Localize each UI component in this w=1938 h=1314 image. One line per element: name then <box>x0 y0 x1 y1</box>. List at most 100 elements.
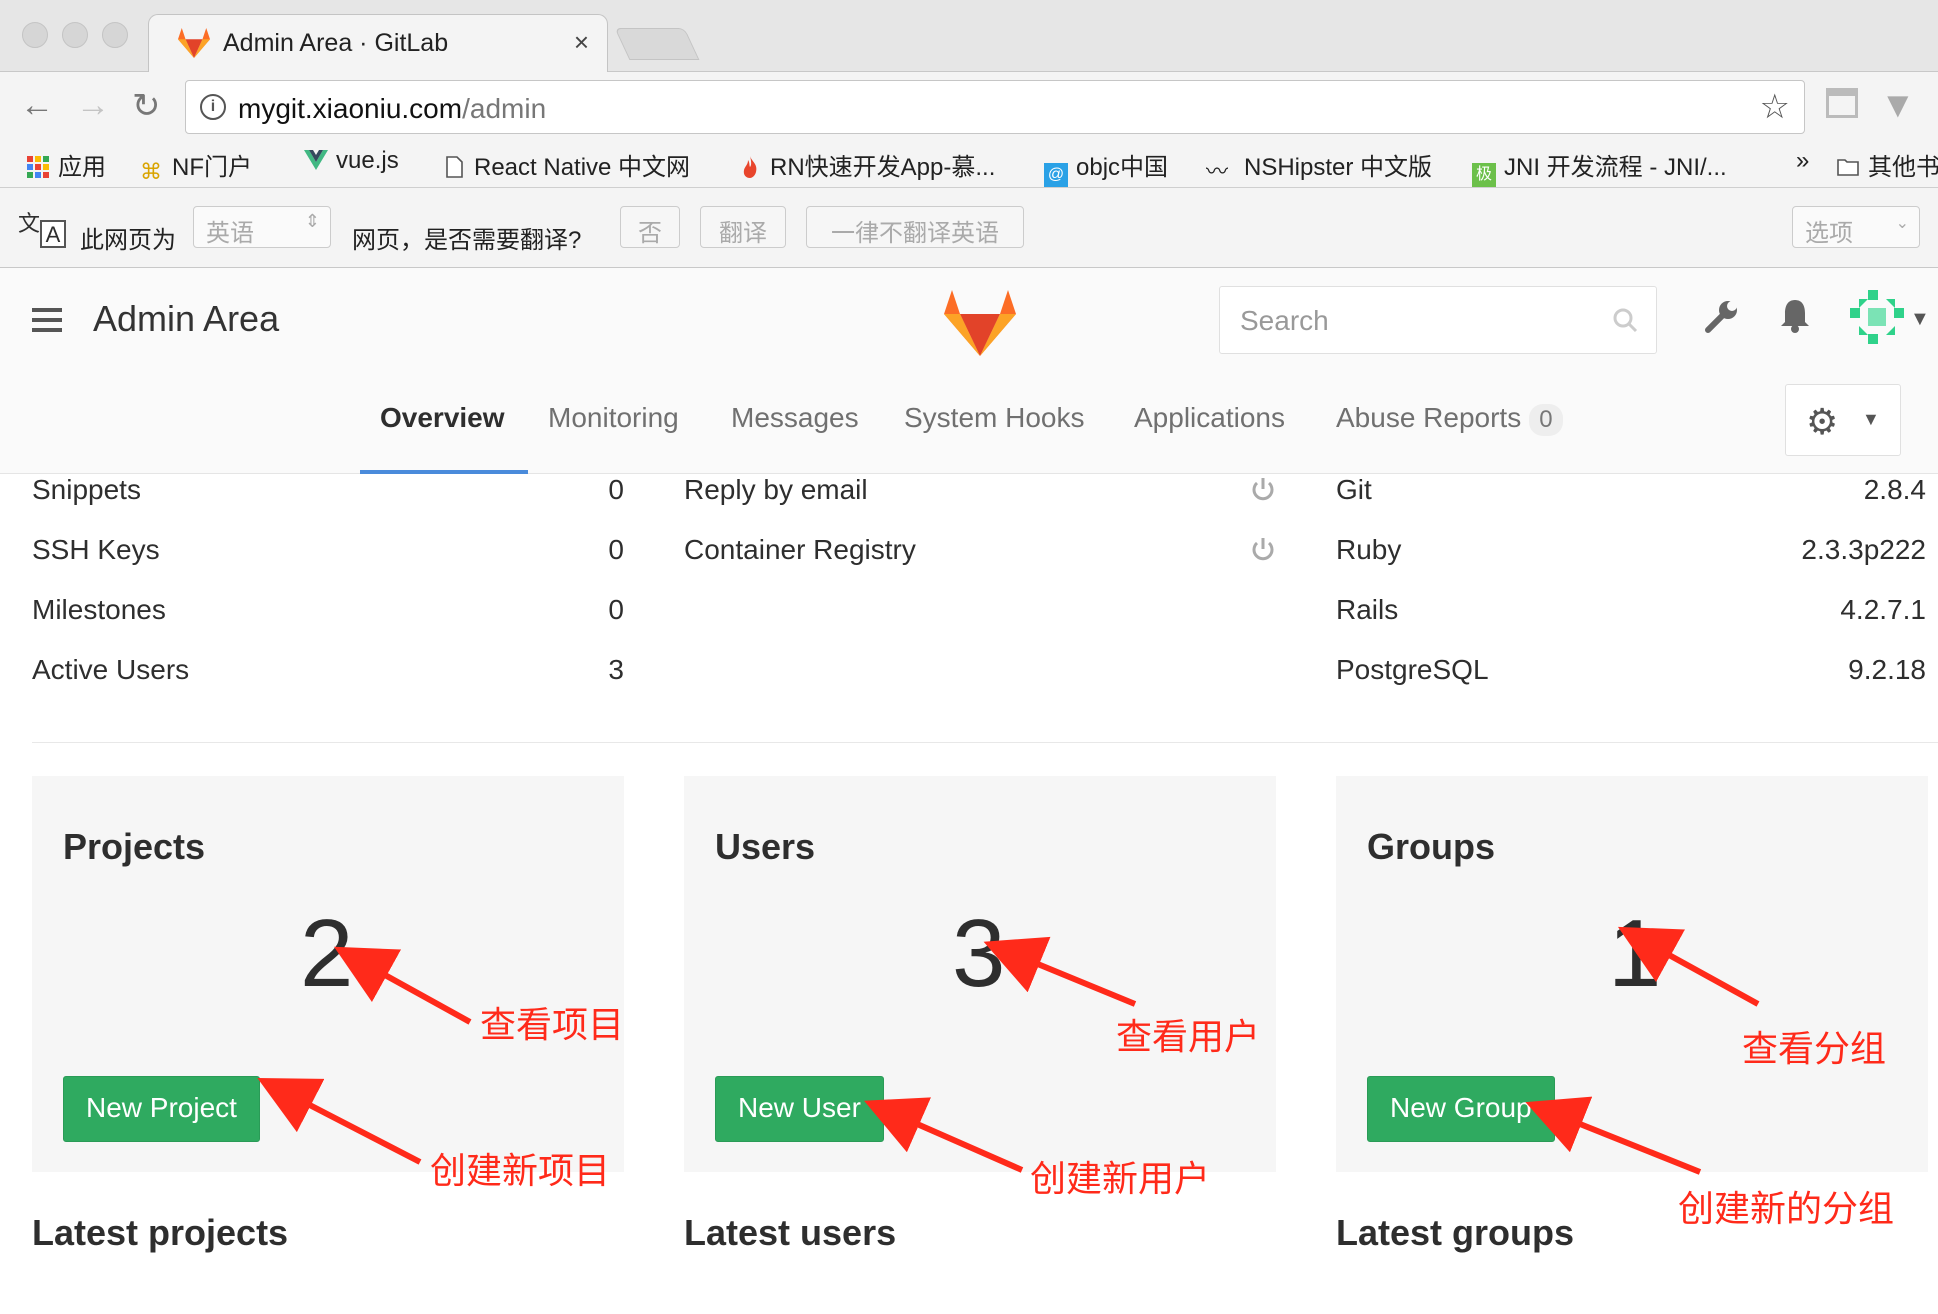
bell-icon[interactable] <box>1776 296 1814 334</box>
gitlab-header: Admin Area Search ▼ <box>0 268 1938 374</box>
bookmark-folder-other[interactable]: 其他书 <box>1836 147 1938 182</box>
window-close-control[interactable] <box>22 22 48 48</box>
groups-card: Groups 1 New Group <box>1336 776 1928 1172</box>
bookmark-objc[interactable]: @ objc中国 <box>1044 147 1168 187</box>
address-bar[interactable]: i mygit.xiaoniu.com/admin ☆ <box>185 80 1805 134</box>
component-row-postgresql: PostgreSQL 9.2.18 <box>1336 654 1926 714</box>
translate-button[interactable]: 翻译 <box>700 206 786 248</box>
tab-monitoring[interactable]: Monitoring <box>548 402 679 434</box>
stat-value: 0 <box>608 474 624 505</box>
window-zoom-control[interactable] <box>102 22 128 48</box>
hamburger-menu-icon[interactable] <box>32 308 62 332</box>
extension-icon[interactable] <box>1826 88 1858 118</box>
feature-row-container-registry: Container Registry <box>684 534 1276 594</box>
vue-icon <box>304 150 328 170</box>
power-icon <box>1252 538 1274 561</box>
stat-label: Snippets <box>32 474 141 505</box>
chevron-down-icon: ▼ <box>1862 409 1880 429</box>
translate-options-select[interactable]: 选项 ⌄ <box>1792 206 1920 248</box>
power-icon <box>1252 478 1274 501</box>
annotation-view-projects: 查看项目 <box>480 1005 625 1046</box>
bookmark-apps[interactable]: 应用 <box>26 147 106 182</box>
bookmark-site-icon: ⌘ <box>140 159 162 184</box>
latest-groups-heading: Latest groups <box>1336 1212 1575 1253</box>
groups-count[interactable]: 1 <box>1608 906 1661 1002</box>
tab-close-icon[interactable]: × <box>574 27 589 58</box>
tab-messages[interactable]: Messages <box>731 402 859 434</box>
forward-icon[interactable]: → <box>76 86 110 125</box>
admin-nav: Overview Monitoring Messages System Hook… <box>0 374 1938 474</box>
bookmarks-overflow[interactable]: » <box>1796 147 1809 175</box>
projects-card: Projects 2 New Project <box>32 776 624 1172</box>
card-title: Users <box>715 826 816 867</box>
stat-value: 0 <box>608 534 624 565</box>
wrench-icon[interactable] <box>1704 298 1740 334</box>
gear-icon: ⚙ <box>1806 401 1839 442</box>
page-title: Admin Area <box>93 298 280 339</box>
gitlab-logo-icon[interactable] <box>942 288 1018 358</box>
folder-icon <box>1837 159 1859 176</box>
back-icon[interactable]: ← <box>20 86 54 125</box>
source-language-select[interactable]: 英语 ⇕ <box>193 206 331 248</box>
mustache-icon: 〰 <box>1206 159 1229 184</box>
bookmark-rn-app[interactable]: RN快速开发App-慕... <box>738 147 995 182</box>
apps-grid-icon <box>27 156 49 178</box>
latest-projects-heading: Latest projects <box>32 1212 289 1253</box>
site-info-icon[interactable]: i <box>200 94 226 120</box>
projects-count[interactable]: 2 <box>300 906 353 1002</box>
settings-dropdown-button[interactable]: ⚙ ▼ <box>1785 384 1901 456</box>
component-version: 4.2.7.1 <box>1840 594 1926 625</box>
search-icon <box>1613 308 1638 333</box>
annotation-new-group: 创建新的分组 <box>1678 1189 1895 1230</box>
feature-label: Container Registry <box>684 534 916 565</box>
new-tab-button[interactable] <box>614 28 700 60</box>
reload-icon[interactable]: ↻ <box>132 86 161 126</box>
bookmark-jni[interactable]: 极 JNI 开发流程 - JNI/... <box>1472 147 1727 187</box>
stat-row-milestones: Milestones 0 <box>32 594 624 654</box>
site-icon: 极 <box>1472 163 1496 187</box>
component-row-ruby: Ruby 2.3.3p222 <box>1336 534 1926 594</box>
abuse-reports-badge: 0 <box>1529 404 1563 436</box>
bookmark-star-icon[interactable]: ☆ <box>1760 87 1790 127</box>
tab-overview[interactable]: Overview <box>380 402 505 434</box>
url-text: mygit.xiaoniu.com/admin <box>238 93 547 124</box>
bookmark-react-native[interactable]: React Native 中文网 <box>442 147 690 182</box>
translate-no-button[interactable]: 否 <box>620 206 680 248</box>
card-title: Groups <box>1367 826 1496 867</box>
component-label: Rails <box>1336 594 1399 625</box>
annotation-view-groups: 查看分组 <box>1742 1029 1887 1070</box>
translate-question: 网页，是否需要翻译? <box>352 227 582 254</box>
tab-abuse-reports[interactable]: Abuse Reports 0 <box>1336 402 1563 436</box>
feature-label: Reply by email <box>684 474 868 505</box>
new-project-button[interactable]: New Project <box>63 1076 260 1142</box>
window-minimize-control[interactable] <box>62 22 88 48</box>
avatar-dropdown-icon[interactable]: ▼ <box>1910 308 1930 331</box>
bookmark-nshipster[interactable]: 〰 NSHipster 中文版 <box>1206 147 1432 185</box>
new-user-button[interactable]: New User <box>715 1076 884 1142</box>
stat-value: 0 <box>608 594 624 625</box>
users-card: Users 3 New User <box>684 776 1276 1172</box>
feature-row-reply-by-email: Reply by email <box>684 474 1276 534</box>
stat-row-ssh-keys: SSH Keys 0 <box>32 534 624 594</box>
new-group-button[interactable]: New Group <box>1367 1076 1555 1142</box>
page-icon <box>446 156 463 178</box>
component-version: 2.8.4 <box>1863 474 1926 505</box>
search-input[interactable]: Search <box>1219 286 1657 354</box>
translate-prefix: 此网页为 <box>80 227 176 254</box>
users-count[interactable]: 3 <box>952 906 1005 1002</box>
never-translate-button[interactable]: 一律不翻译英语 <box>806 206 1024 248</box>
component-label: Ruby <box>1336 534 1402 565</box>
stat-label: SSH Keys <box>32 534 160 565</box>
vue-devtools-icon[interactable]: ▼ <box>1880 84 1916 126</box>
bookmark-vue[interactable]: vue.js <box>304 147 399 175</box>
tab-title: Admin Area · GitLab <box>223 29 449 57</box>
tab-system-hooks[interactable]: System Hooks <box>904 402 1085 434</box>
avatar[interactable] <box>1850 290 1904 344</box>
section-divider <box>32 742 1938 743</box>
objc-icon: @ <box>1044 163 1068 187</box>
stat-value: 3 <box>608 654 624 685</box>
tab-applications[interactable]: Applications <box>1134 402 1285 434</box>
annotation-new-project: 创建新项目 <box>430 1151 611 1192</box>
browser-tab[interactable]: Admin Area · GitLab × <box>148 14 608 72</box>
bookmark-nf[interactable]: ⌘ NF门户 <box>140 147 252 184</box>
